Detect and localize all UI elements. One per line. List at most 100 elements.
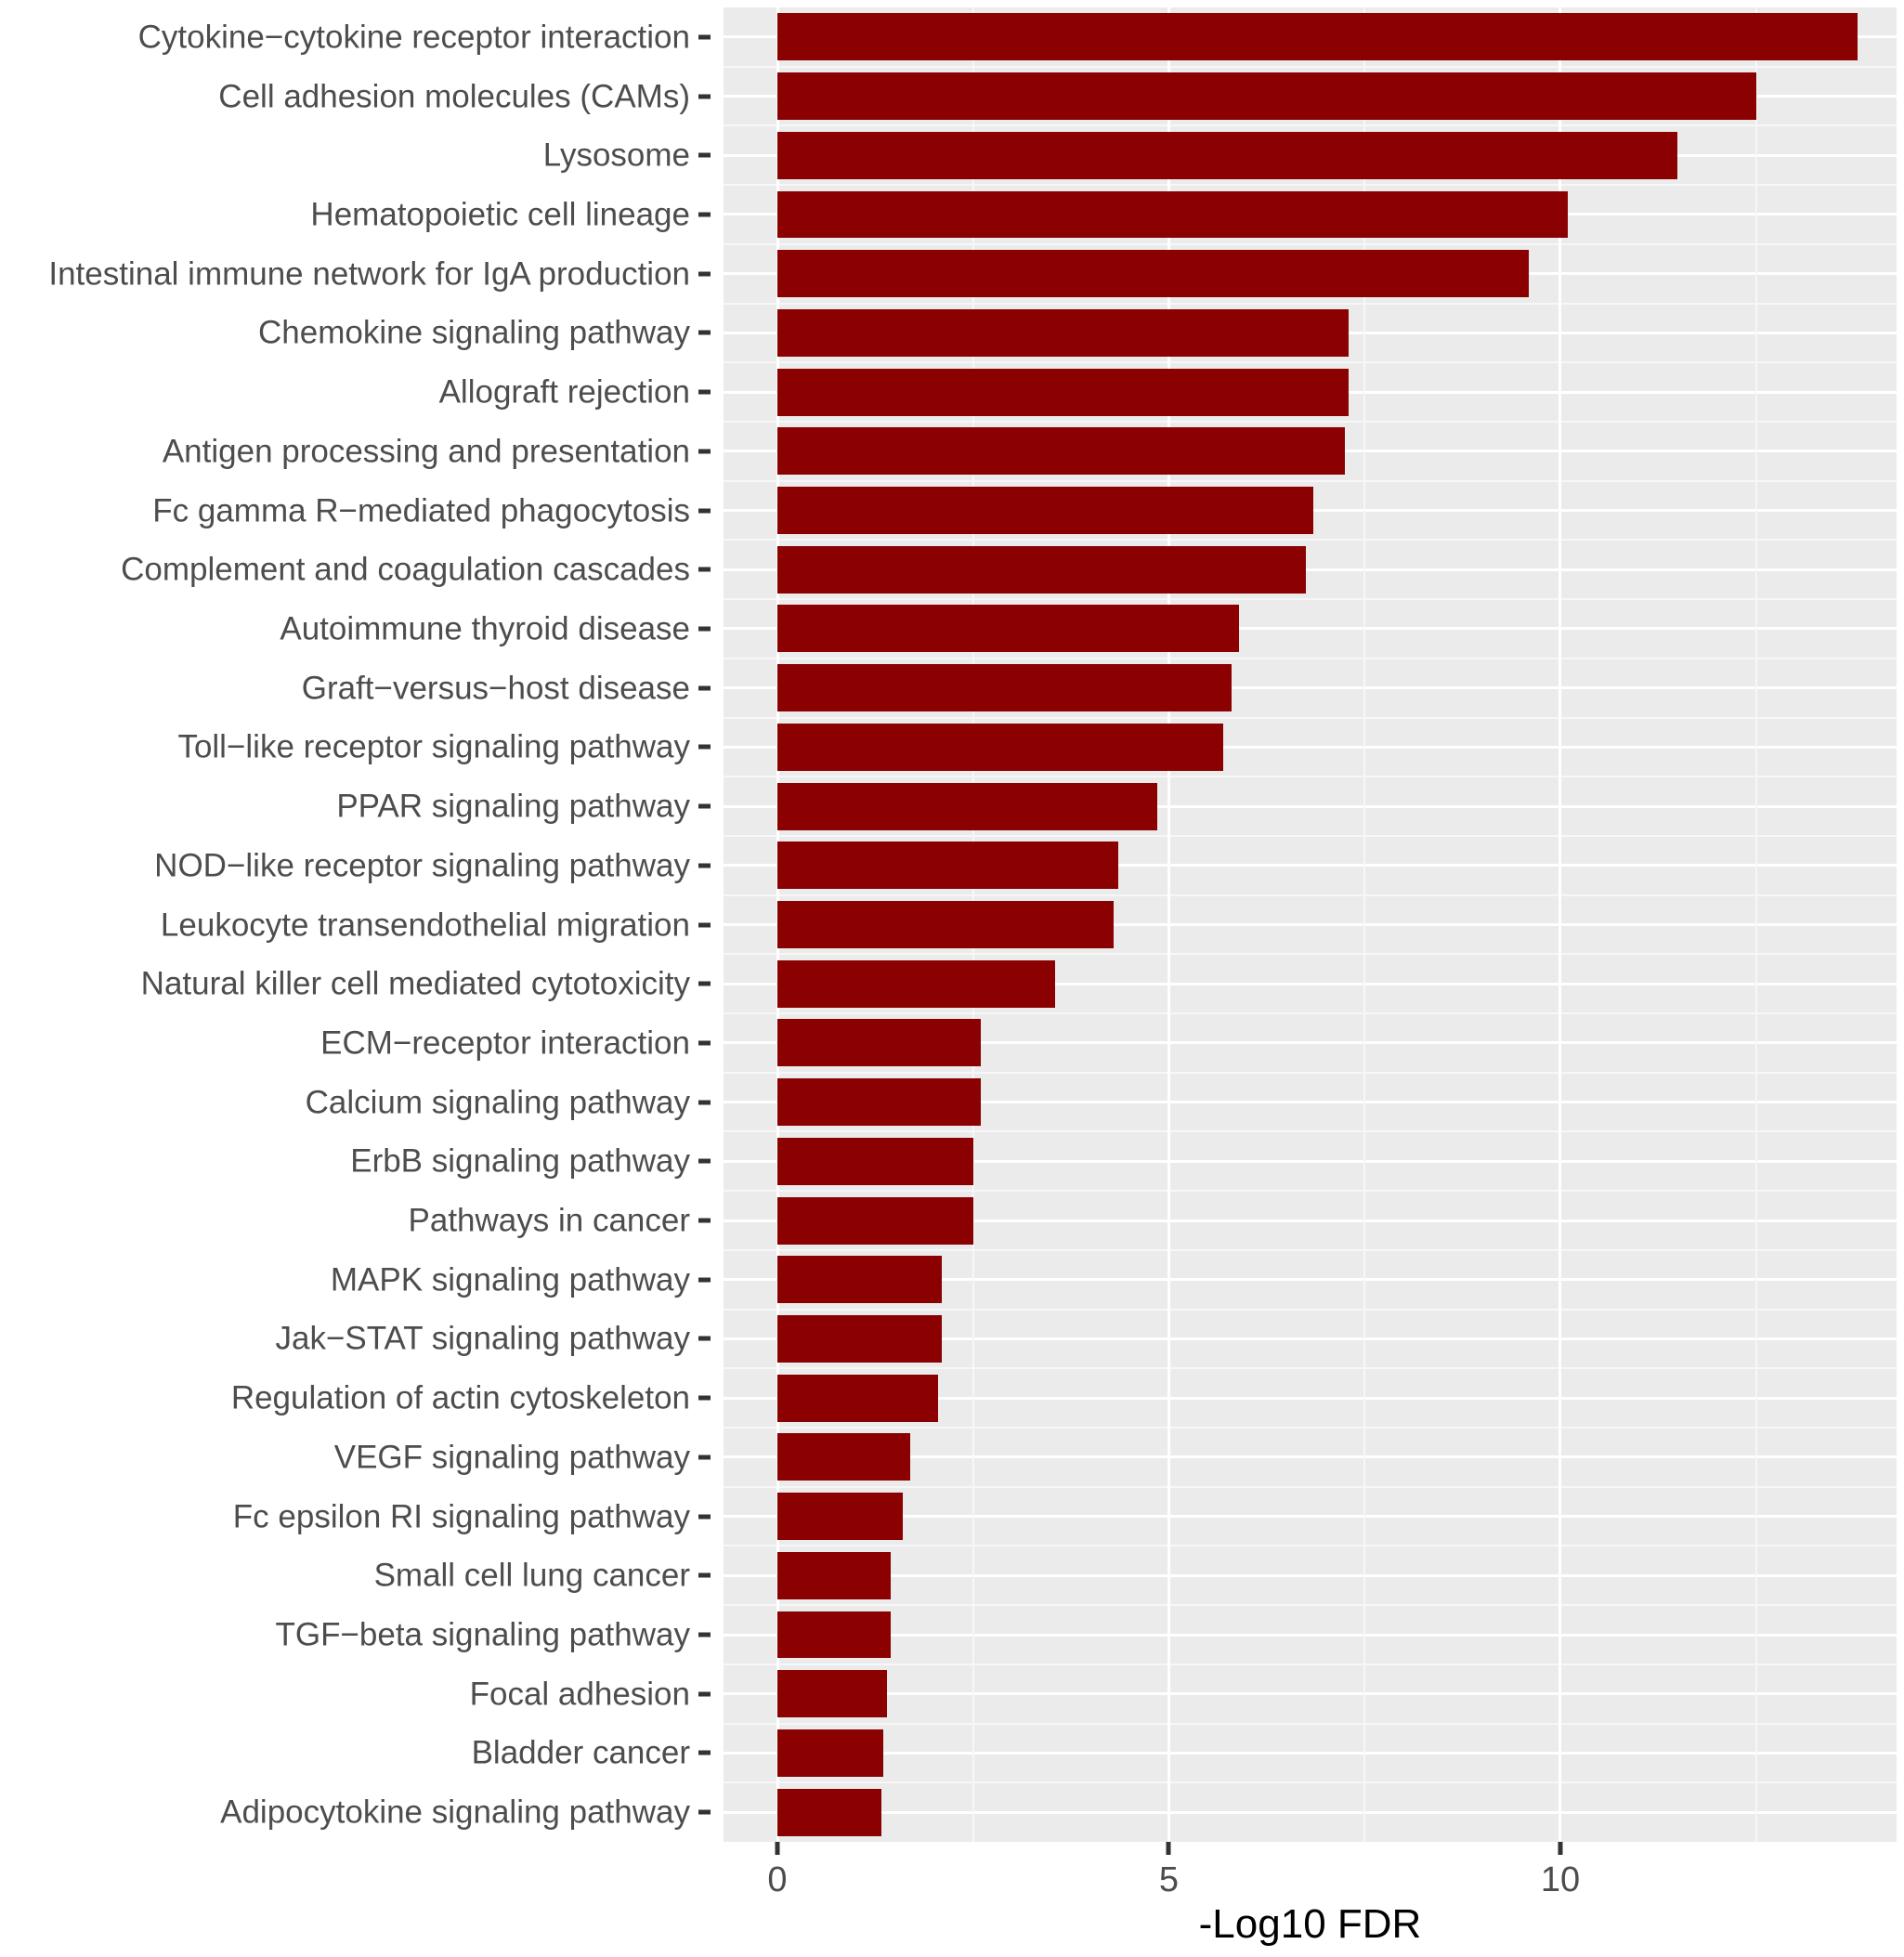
y-axis-tick-label: Cell adhesion molecules (CAMs) bbox=[218, 78, 690, 115]
y-axis-tick-label: Autoimmune thyroid disease bbox=[280, 610, 690, 647]
y-axis-tick-label: Antigen processing and presentation bbox=[162, 433, 690, 470]
y-axis-tick-mark bbox=[698, 389, 711, 395]
y-axis-tick-label: Chemokine signaling pathway bbox=[258, 314, 690, 351]
y-axis-tick-mark bbox=[698, 626, 711, 632]
y-axis-tick-mark bbox=[698, 330, 711, 335]
bar bbox=[777, 1433, 911, 1481]
y-axis-tick-label: Hematopoietic cell lineage bbox=[310, 196, 690, 233]
y-axis-tick-mark bbox=[698, 508, 711, 514]
y-axis-tick-label: Cytokine−cytokine receptor interaction bbox=[137, 19, 690, 56]
y-axis-tick-label: ErbB signaling pathway bbox=[350, 1142, 690, 1180]
bar bbox=[777, 1196, 973, 1245]
bar bbox=[777, 131, 1678, 179]
bar bbox=[777, 487, 1314, 534]
y-axis-tick-mark bbox=[698, 685, 711, 691]
bar bbox=[777, 959, 1056, 1008]
y-axis-tick-mark bbox=[698, 1572, 711, 1578]
y-axis-tick-mark bbox=[698, 1632, 711, 1637]
x-axis-tick-mark bbox=[1558, 1842, 1563, 1855]
bar bbox=[777, 1788, 882, 1836]
y-axis-tick-mark bbox=[698, 1395, 711, 1401]
y-axis-tick-label: Focal adhesion bbox=[469, 1676, 690, 1713]
y-axis-tick-mark bbox=[698, 271, 711, 277]
y-axis-tick-label: VEGF signaling pathway bbox=[333, 1439, 690, 1476]
bar bbox=[777, 1374, 938, 1422]
bar bbox=[777, 842, 1118, 890]
bar bbox=[777, 1670, 887, 1718]
bar bbox=[777, 1256, 943, 1304]
y-axis-tick-label: MAPK signaling pathway bbox=[330, 1261, 690, 1298]
y-axis-tick-label: Lysosome bbox=[542, 137, 690, 174]
y-axis-tick-label: Fc gamma R−mediated phagocytosis bbox=[152, 492, 690, 529]
bar bbox=[777, 427, 1346, 476]
y-axis-tick-mark bbox=[698, 863, 711, 868]
bar bbox=[777, 545, 1306, 594]
y-axis-tick-label: Bladder cancer bbox=[471, 1734, 690, 1771]
y-axis-tick-label: Jak−STAT signaling pathway bbox=[275, 1320, 691, 1357]
bar bbox=[777, 605, 1240, 653]
y-axis-tick-label: Natural killer cell mediated cytotoxicit… bbox=[140, 965, 690, 1002]
bar bbox=[777, 1493, 903, 1541]
y-axis-tick-mark bbox=[698, 1100, 711, 1105]
x-axis-tick-label: 5 bbox=[1158, 1860, 1180, 1899]
y-axis-tick-mark bbox=[698, 803, 711, 809]
y-axis-tick-mark bbox=[698, 1040, 711, 1046]
y-axis-tick-mark bbox=[698, 1336, 711, 1341]
bar bbox=[777, 13, 1858, 61]
bar bbox=[777, 308, 1350, 357]
y-axis-tick-mark bbox=[698, 1750, 711, 1755]
y-axis-tick-label: Graft−versus−host disease bbox=[301, 670, 690, 707]
bar bbox=[777, 72, 1756, 121]
bar bbox=[777, 1019, 982, 1067]
y-axis-tick-label: Small cell lung cancer bbox=[373, 1557, 690, 1594]
y-axis-tick-mark bbox=[698, 94, 711, 99]
y-axis-tick-mark bbox=[698, 34, 711, 40]
y-axis-category-labels: Cytokine−cytokine receptor interaction Ce… bbox=[0, 7, 724, 1842]
y-axis-tick-mark bbox=[698, 567, 711, 572]
y-axis-tick-label: Regulation of actin cytoskeleton bbox=[230, 1379, 690, 1416]
y-axis-tick-mark bbox=[698, 1809, 711, 1815]
bar bbox=[777, 1611, 892, 1659]
bar bbox=[777, 1137, 973, 1185]
bar bbox=[777, 664, 1232, 712]
bar bbox=[777, 1551, 892, 1599]
y-axis-tick-mark bbox=[698, 1277, 711, 1283]
y-axis-tick-label: Intestinal immune network for IgA produc… bbox=[48, 255, 690, 293]
y-axis-tick-label: Toll−like receptor signaling pathway bbox=[177, 728, 690, 765]
y-axis-tick-mark bbox=[698, 922, 711, 927]
bar bbox=[777, 250, 1530, 298]
bar bbox=[777, 1729, 883, 1777]
y-axis-tick-mark bbox=[698, 449, 711, 454]
plot-panel bbox=[724, 7, 1897, 1842]
y-axis-tick-label: Allograft rejection bbox=[438, 373, 690, 411]
y-axis-tick-label: NOD−like receptor signaling pathway bbox=[154, 847, 690, 884]
y-axis-tick-label: Complement and coagulation cascades bbox=[121, 551, 690, 588]
x-axis-tick-label: 0 bbox=[767, 1860, 788, 1899]
x-axis-tick-mark bbox=[775, 1842, 780, 1855]
y-axis-tick-label: TGF−beta signaling pathway bbox=[275, 1616, 690, 1653]
x-axis-tick-mark bbox=[1166, 1842, 1171, 1855]
y-axis-tick-label: PPAR signaling pathway bbox=[336, 788, 690, 825]
y-axis-tick-label: Fc epsilon RI signaling pathway bbox=[232, 1498, 690, 1535]
bar bbox=[777, 723, 1224, 771]
y-axis-tick-mark bbox=[698, 152, 711, 158]
bar bbox=[777, 901, 1115, 948]
bar bbox=[777, 1078, 982, 1127]
y-axis-tick-label: Leukocyte transendothelial migration bbox=[160, 907, 690, 943]
y-axis-tick-mark bbox=[698, 744, 711, 750]
y-axis-tick-label: Pathways in cancer bbox=[408, 1202, 690, 1239]
y-axis-tick-mark bbox=[698, 212, 711, 217]
y-axis-tick-label: ECM−receptor interaction bbox=[320, 1024, 690, 1062]
y-axis-tick-label: Adipocytokine signaling pathway bbox=[220, 1794, 690, 1831]
y-axis-tick-mark bbox=[698, 1514, 711, 1520]
bars-layer bbox=[724, 7, 1897, 1842]
bar bbox=[777, 1314, 943, 1363]
y-axis-tick-mark bbox=[698, 1158, 711, 1164]
y-axis-tick-mark bbox=[698, 981, 711, 986]
y-axis-tick-mark bbox=[698, 1218, 711, 1223]
bar bbox=[777, 782, 1157, 830]
y-axis-tick-label: Calcium signaling pathway bbox=[305, 1084, 690, 1121]
kegg-pathway-enrichment-bar-chart: Cytokine−cytokine receptor interaction Ce… bbox=[0, 0, 1904, 1957]
y-axis-tick-mark bbox=[698, 1455, 711, 1460]
x-axis-tick-label: 10 bbox=[1540, 1860, 1581, 1899]
